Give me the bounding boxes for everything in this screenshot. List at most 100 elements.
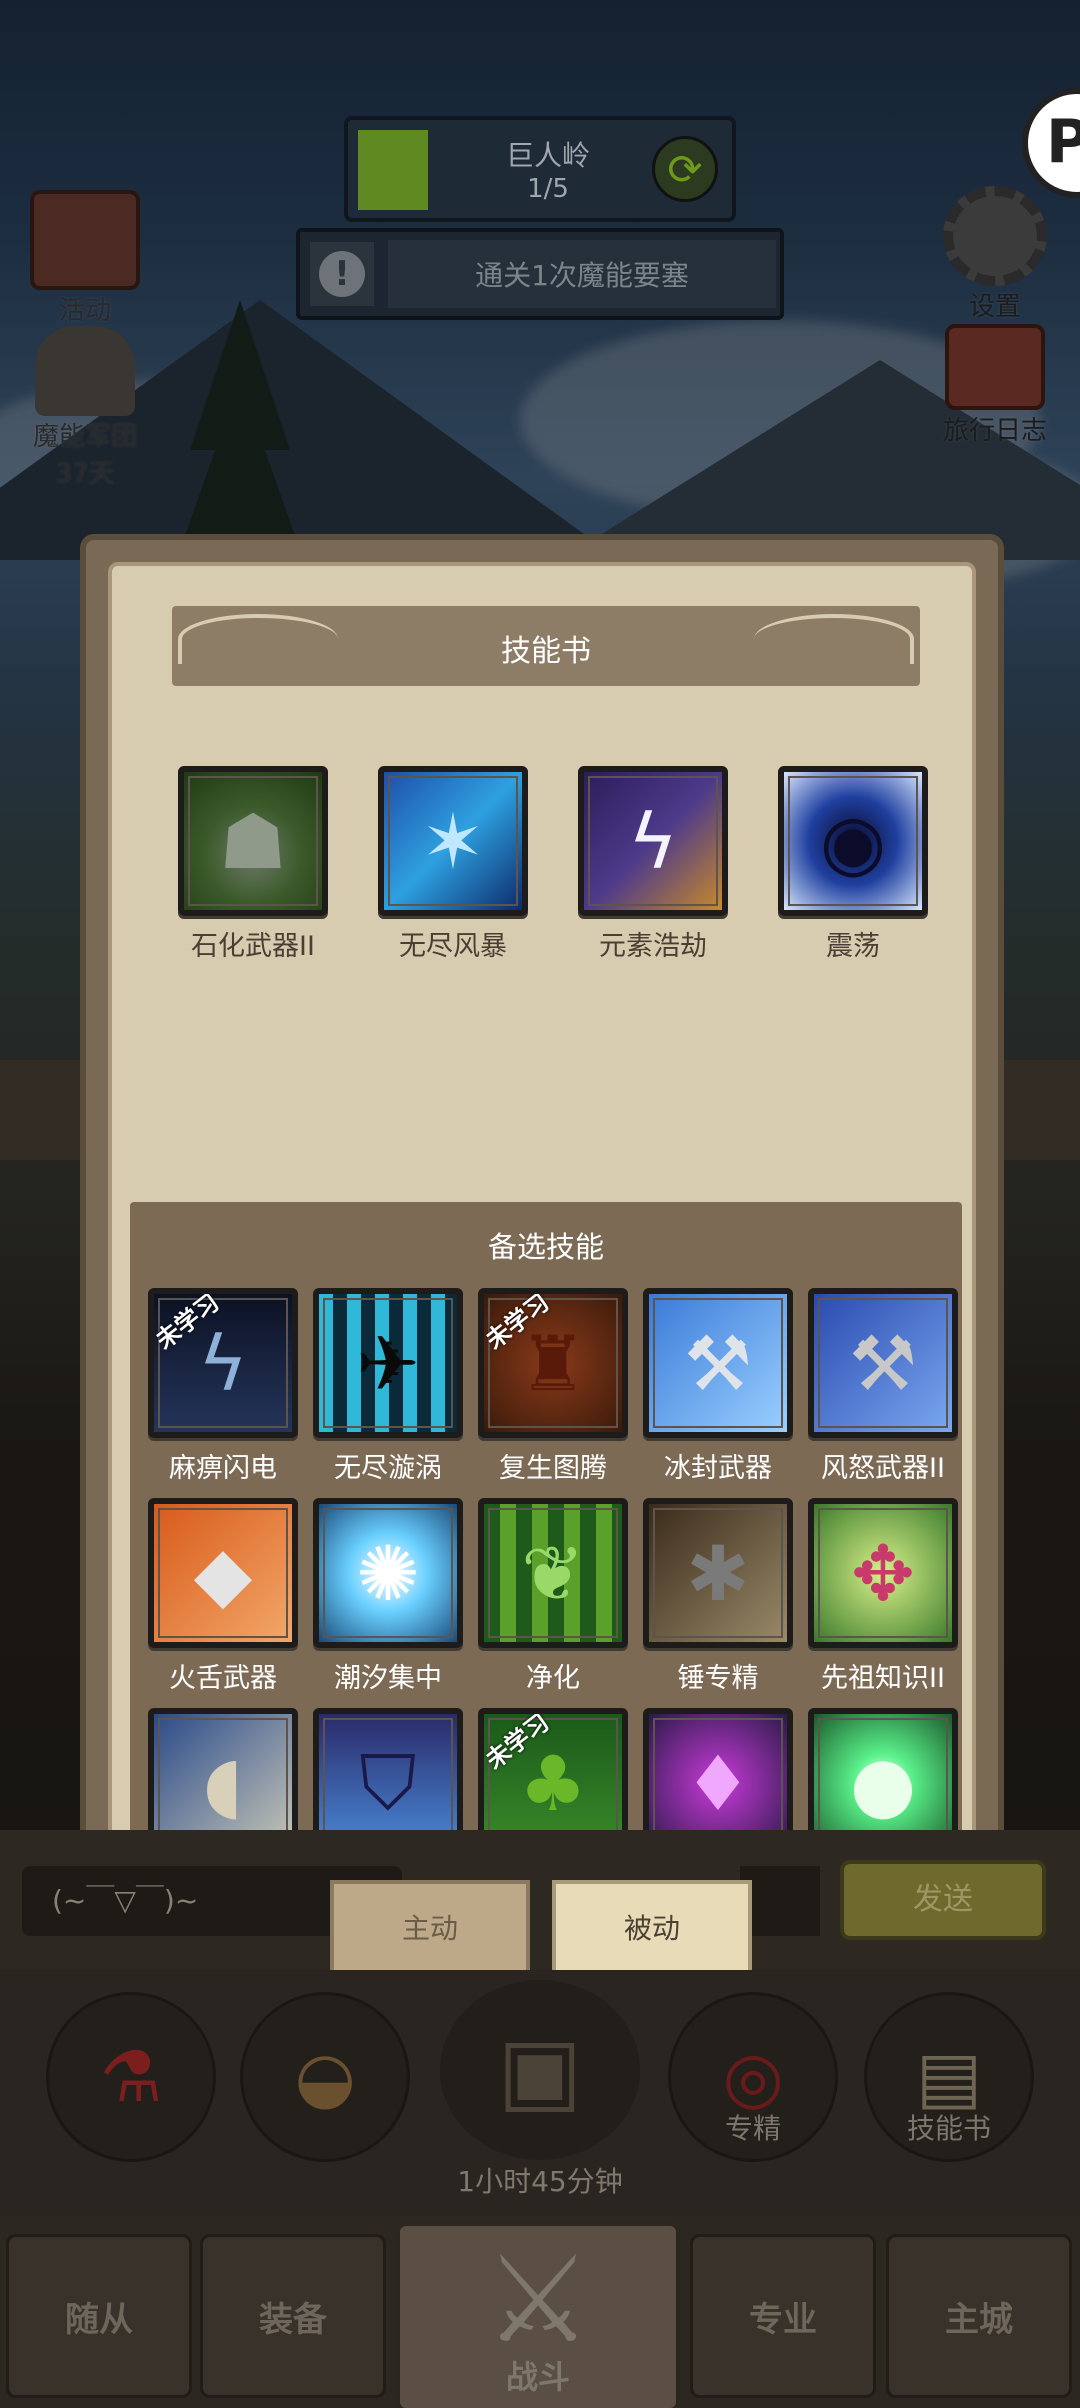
specialize-icon: ◎ xyxy=(722,2036,784,2118)
stage-indicator: 巨人岭 1/5 ⟳ xyxy=(344,116,736,222)
skill-slot[interactable]: ♦ xyxy=(643,1708,793,1842)
potion-button[interactable]: ⚗ xyxy=(46,1992,216,2162)
frozen-hammer-icon: ⚒ xyxy=(643,1288,793,1438)
skill-slot[interactable]: ✈ 无尽漩涡 xyxy=(313,1288,463,1485)
skill-slot[interactable]: ◉ 震荡 xyxy=(778,766,928,963)
skill-name: 石化武器II xyxy=(191,931,315,962)
action-row: ⚗ ◒ ▣ 1小时45分钟 ◎ 专精 ▤ 技能书 xyxy=(0,1970,1080,2220)
skill-slot[interactable]: ● xyxy=(808,1708,958,1842)
skill-slot[interactable]: ♜ 未学习复生图腾 xyxy=(478,1288,628,1485)
skill-slot[interactable]: ❦ 净化 xyxy=(478,1498,628,1695)
treasure-chest-icon[interactable]: ▣ xyxy=(440,1980,640,2160)
tide-focus-icon: ✺ xyxy=(313,1498,463,1648)
travel-log-icon xyxy=(945,324,1045,410)
skill-name: 火舌武器 xyxy=(169,1663,277,1694)
skillbook-icon: ▤ xyxy=(915,2036,983,2118)
skill-slot[interactable]: ✥ 先祖知识II xyxy=(808,1498,958,1695)
skill-name: 无尽风暴 xyxy=(399,931,507,962)
legion-button[interactable]: 魔能军团 37天 xyxy=(10,326,160,490)
skillbook-label: 技能书 xyxy=(906,2112,991,2145)
nav-profession[interactable]: 专业 xyxy=(690,2234,876,2398)
nav-equipment[interactable]: 装备 xyxy=(200,2234,386,2398)
bottom-nav: 随从 装备 ⚔ 战斗 专业 主城 xyxy=(0,2216,1080,2408)
skill-slot[interactable]: ◖ xyxy=(148,1708,298,1842)
ancestral-knowledge-icon: ✥ xyxy=(808,1498,958,1648)
skill-slot[interactable]: ⛉ xyxy=(313,1708,463,1842)
skill-name: 复生图腾 xyxy=(499,1453,607,1484)
nav-main-city[interactable]: 主城 xyxy=(886,2234,1072,2398)
bread-icon: ◒ xyxy=(294,2036,356,2118)
skill-slot[interactable]: ♣ 未学习 xyxy=(478,1708,628,1842)
settings-label: 设置 xyxy=(968,292,1021,322)
legion-days: 37天 xyxy=(55,459,115,489)
nav-followers[interactable]: 随从 xyxy=(6,2234,192,2398)
skill-slot[interactable]: ✺ 潮汐集中 xyxy=(313,1498,463,1695)
skillbook-button[interactable]: ▤ 技能书 xyxy=(864,1992,1034,2162)
skill-name: 震荡 xyxy=(826,931,880,962)
skill-slot[interactable]: ⚒ 风怒武器II xyxy=(808,1288,958,1485)
alternate-skills-grid[interactable]: ϟ 未学习 麻痹闪电 ✈ 无尽漩涡 ♜ 未学习 复生图腾 ⚒ 冰封武器 ⚒ 风怒武器II ◆ 火舌武器 ✺ 潮… xyxy=(144,1282,964,1842)
chest-timer: 1小时45分钟 xyxy=(457,2165,623,2198)
specialize-button[interactable]: ◎ 专精 xyxy=(668,1992,838,2162)
skill-slot[interactable]: ✱ 锤专精 xyxy=(643,1498,793,1695)
travel-log-button[interactable]: 旅行日志 xyxy=(920,324,1070,447)
stage-name: 巨人岭 xyxy=(505,139,590,172)
elemental-lightning-icon: ϟ xyxy=(578,766,728,916)
skill-slot[interactable]: ϟ 未学习麻痹闪电 xyxy=(148,1288,298,1485)
skill-slot[interactable]: ⚒ 冰封武器 xyxy=(643,1288,793,1485)
refresh-icon[interactable]: ⟳ xyxy=(652,136,718,202)
skill-book-title: 技能书 xyxy=(501,634,591,669)
skill-name: 冰封武器 xyxy=(664,1453,772,1484)
storm-icon: ✶ xyxy=(378,766,528,916)
hammer-mastery-icon: ✱ xyxy=(643,1498,793,1648)
skill-name: 麻痹闪电 xyxy=(169,1453,277,1484)
skill-book-inner: 技能书 ☗ 石化武器II ✶ 无尽风暴 ϟ 元素浩劫 ◉ 震荡 备选技能 ϟ 未学习 麻痹闪电 ✈ 无… xyxy=(108,562,976,1850)
skill-book-panel: 技能书 ☗ 石化武器II ✶ 无尽风暴 ϟ 元素浩劫 ◉ 震荡 备选技能 ϟ 未学习 麻痹闪电 ✈ 无… xyxy=(80,534,1004,1874)
quest-alert-icon: ! xyxy=(310,242,374,306)
specialize-label: 专精 xyxy=(724,2112,781,2145)
chat-bar: (~￣▽￣)~ 发送 xyxy=(0,1830,1080,1970)
skill-slot[interactable]: ◆ 火舌武器 xyxy=(148,1498,298,1695)
revive-totem-icon: ♜ 未学习 xyxy=(478,1288,628,1438)
bread-button[interactable]: ◒ xyxy=(240,1992,410,2162)
shock-vortex-icon: ◉ xyxy=(778,766,928,916)
skill-slot[interactable]: ✶ 无尽风暴 xyxy=(378,766,528,963)
skill-slot[interactable]: ϟ 元素浩劫 xyxy=(578,766,728,963)
chat-channel-field[interactable] xyxy=(740,1866,820,1936)
crystal-icon: ♦ xyxy=(643,1708,793,1842)
skill-book-header: 技能书 xyxy=(172,606,920,686)
stage-progress-text: 1/5 xyxy=(527,174,569,204)
event-book-icon xyxy=(30,190,140,290)
skill-name: 无尽漩涡 xyxy=(334,1453,442,1484)
legion-label: 魔能军团 xyxy=(32,422,137,452)
gear-icon xyxy=(943,186,1047,286)
flametongue-icon: ◆ xyxy=(148,1498,298,1648)
settings-button[interactable]: 设置 xyxy=(930,186,1060,323)
travel-log-label: 旅行日志 xyxy=(942,416,1047,446)
skill-name: 净化 xyxy=(526,1663,580,1694)
skill-name: 风怒武器II xyxy=(821,1453,945,1484)
vortex-bird-icon: ✈ xyxy=(313,1288,463,1438)
legion-helmet-icon xyxy=(35,326,135,416)
equipped-skills: ☗ 石化武器II ✶ 无尽风暴 ϟ 元素浩劫 ◉ 震荡 xyxy=(172,766,932,966)
spirit-orb-icon: ● xyxy=(808,1708,958,1842)
potion-icon: ⚗ xyxy=(99,2036,163,2118)
skill-name: 潮汐集中 xyxy=(334,1663,442,1694)
nature-totem-icon: ♣ 未学习 xyxy=(478,1708,628,1842)
skill-slot[interactable]: ☗ 石化武器II xyxy=(178,766,328,963)
purify-leaf-icon: ❦ xyxy=(478,1498,628,1648)
shield-icon: ◖ xyxy=(148,1708,298,1842)
paralyze-lightning-icon: ϟ 未学习 xyxy=(148,1288,298,1438)
event-button[interactable]: 活动 xyxy=(20,190,150,327)
alternate-skills-section: 备选技能 ϟ 未学习 麻痹闪电 ✈ 无尽漩涡 ♜ 未学习 复生图腾 ⚒ 冰封武器 ⚒ 风怒武器II ◆ 火… xyxy=(130,1202,962,1850)
nav-battle[interactable]: ⚔ 战斗 xyxy=(396,2222,680,2408)
send-button[interactable]: 发送 xyxy=(840,1860,1046,1940)
skill-name: 先祖知识II xyxy=(821,1663,945,1694)
stage-progress-fill xyxy=(358,130,428,210)
quest-banner[interactable]: ! 通关1次魔能要塞 xyxy=(296,228,784,320)
dark-shield-icon: ⛉ xyxy=(313,1708,463,1842)
quest-text: 通关1次魔能要塞 xyxy=(475,259,689,292)
windfury-hammer-icon: ⚒ xyxy=(808,1288,958,1438)
alternate-skills-title: 备选技能 xyxy=(487,1230,604,1264)
skill-name: 元素浩劫 xyxy=(599,931,707,962)
